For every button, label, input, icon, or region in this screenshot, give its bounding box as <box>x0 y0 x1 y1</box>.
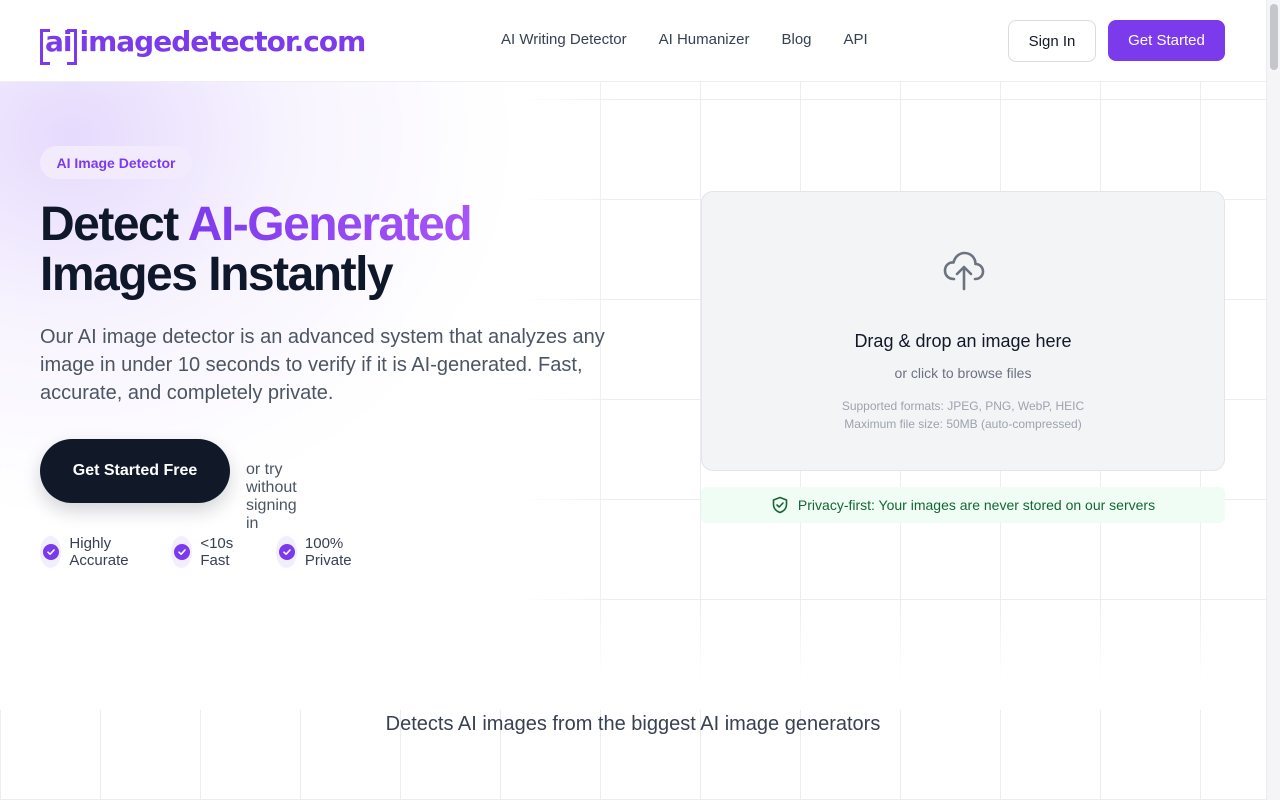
sign-in-button[interactable]: Sign In <box>1008 20 1096 62</box>
privacy-text: Privacy-first: Your images are never sto… <box>797 497 1156 513</box>
logo-text: imagedetector.com <box>79 24 367 58</box>
page-scrollbar[interactable] <box>1266 0 1280 800</box>
nav-link-api[interactable]: API <box>844 31 868 48</box>
browse-files-link[interactable]: or click to browse files <box>702 365 1224 381</box>
site-logo[interactable]: ai imagedetector.com <box>40 22 367 65</box>
main-nav: AI Writing Detector AI Humanizer Blog AP… <box>501 31 868 48</box>
upload-title: Drag & drop an image here <box>854 331 1072 351</box>
hero-badge: AI Image Detector <box>40 146 192 179</box>
background-fade-bottom <box>0 600 1266 710</box>
privacy-notice: Privacy-first: Your images are never sto… <box>701 487 1225 523</box>
check-circle-icon <box>40 536 62 568</box>
headline-text: Detect <box>40 198 188 251</box>
headline-accent: AI-Generated <box>187 198 473 251</box>
max-file-size: Maximum file size: 50MB (auto-compressed… <box>844 417 1082 431</box>
cloud-upload-icon <box>943 251 985 291</box>
nav-link-ai-humanizer[interactable]: AI Humanizer <box>659 31 750 48</box>
headline-text-line2: Images Instantly <box>40 248 394 301</box>
check-circle-icon <box>171 536 193 568</box>
feature-item: 100% Private <box>276 535 363 569</box>
feature-item: <10s Fast <box>171 535 244 569</box>
hero-description: Our AI image detector is an advanced sys… <box>40 326 605 404</box>
try-without-signin-link[interactable]: or try without signing in <box>246 461 297 533</box>
get-started-button[interactable]: Get Started <box>1108 20 1225 61</box>
feature-list: Highly Accurate <10s Fast 100% Private <box>40 535 395 569</box>
image-upload-dropzone[interactable]: Drag & drop an image here or click to br… <box>701 191 1225 471</box>
shield-check-icon <box>772 496 788 514</box>
feature-label: <10s Fast <box>200 535 234 569</box>
get-started-free-button[interactable]: Get Started Free <box>40 439 230 503</box>
hero-headline: Detect AI-Generated Images Instantly <box>40 200 660 300</box>
site-header: ai imagedetector.com AI Writing Detector… <box>0 0 1266 82</box>
feature-item: Highly Accurate <box>40 535 139 569</box>
supported-formats: Supported formats: JPEG, PNG, WebP, HEIC <box>841 399 1085 413</box>
nav-link-ai-writing-detector[interactable]: AI Writing Detector <box>501 31 627 48</box>
check-circle-icon <box>276 536 297 568</box>
nav-link-blog[interactable]: Blog <box>781 31 811 48</box>
scrollbar-thumb[interactable] <box>1270 4 1278 70</box>
logo-mark: ai <box>40 25 77 65</box>
feature-label: 100% Private <box>304 535 352 569</box>
feature-label: Highly Accurate <box>69 535 129 569</box>
generators-heading: Detects AI images from the biggest AI im… <box>385 713 881 735</box>
